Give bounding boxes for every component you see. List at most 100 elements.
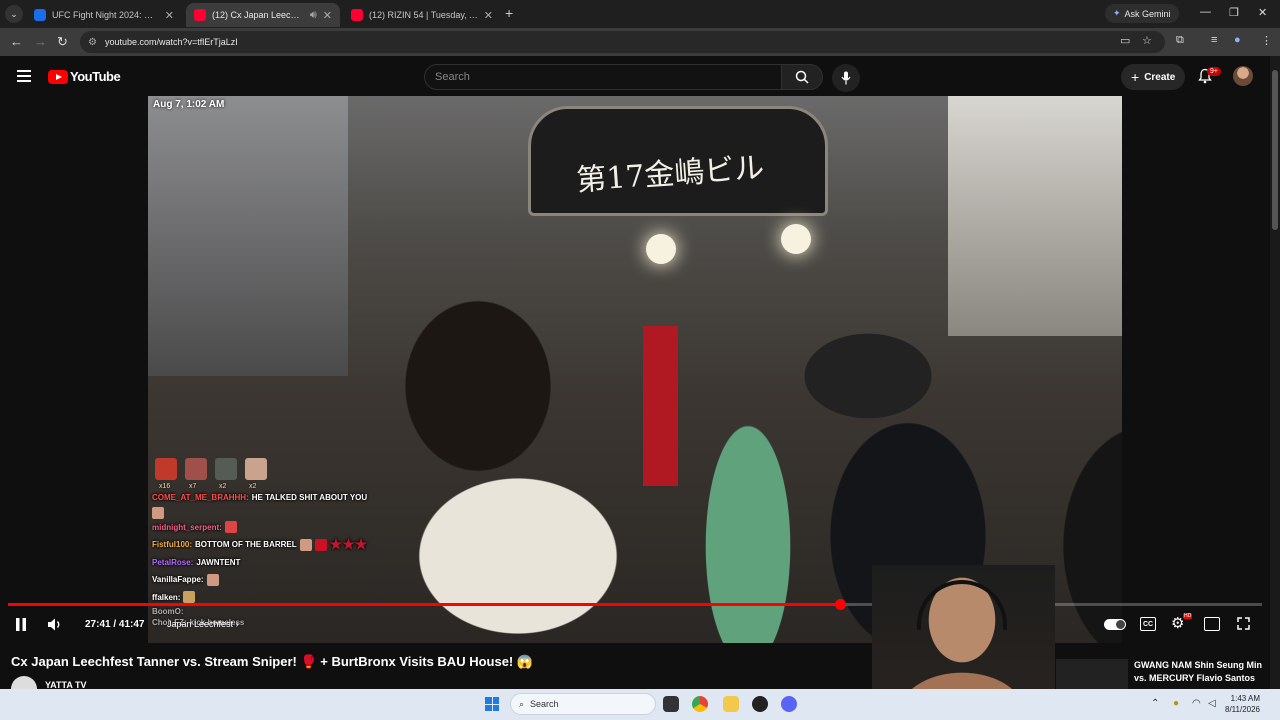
chat-emote <box>314 538 327 551</box>
chat-username: BoomO: <box>152 607 184 616</box>
theater-mode-icon[interactable] <box>1204 617 1220 631</box>
autoplay-toggle[interactable] <box>1104 619 1126 630</box>
recommended-video-title[interactable]: GWANG NAM Shin Seung Min vs. MERCURY Fla… <box>1134 659 1274 685</box>
video-scene-building <box>148 96 348 376</box>
youtube-favicon-icon <box>351 9 363 21</box>
chat-emote <box>299 538 312 551</box>
video-scene-lamp <box>781 224 811 254</box>
cast-icon[interactable]: ▭ <box>1120 34 1130 47</box>
close-tab-icon[interactable]: ✕ <box>484 9 493 22</box>
captions-icon[interactable]: CC <box>1140 617 1156 631</box>
chat-text: BOTTOM OF THE BARREL <box>195 540 297 549</box>
windows-taskbar: ⌕ Search ⌃ ● ◠ ◁ 1:43 AM 8/11/2026 <box>0 689 1280 720</box>
chat-message: VanillaFappe: <box>152 571 452 589</box>
plus-icon: + <box>1131 69 1140 85</box>
chat-text: JAWNTENT <box>196 557 241 567</box>
close-window-icon[interactable]: ✕ <box>1258 6 1267 19</box>
page-scrollbar[interactable] <box>1270 56 1280 690</box>
speaker-icon[interactable]: 🔊︎ <box>310 9 317 22</box>
volume-icon[interactable] <box>47 617 63 632</box>
scrollbar-thumb[interactable] <box>1272 70 1278 230</box>
youtube-wordmark: YouTube <box>70 69 121 84</box>
taskbar-search[interactable]: ⌕ Search <box>510 693 656 715</box>
browser-toolbar: ← → ↻ ⚙ youtube.com/watch?v=tflErTjaLzI … <box>0 28 1280 56</box>
tab-search-icon[interactable]: ⌄ <box>5 5 23 23</box>
time-separator: / <box>113 619 117 630</box>
tab-rizin[interactable]: (12) RIZIN 54 | Tuesday, August ✕ <box>343 3 501 27</box>
chat-username: Fistful100: <box>152 540 193 549</box>
site-info-icon[interactable]: ⚙ <box>88 37 97 48</box>
extensions-icon[interactable]: ⧉ <box>1176 34 1184 47</box>
chat-message: PetalRose: JAWNTENT <box>152 554 452 572</box>
discord-icon[interactable] <box>781 696 797 712</box>
reading-list-icon[interactable]: ≡ <box>1211 34 1217 46</box>
youtube-favicon-icon <box>194 9 206 21</box>
chat-username: COME_AT_ME_BRAHHH: <box>152 493 249 502</box>
bookmark-star-icon[interactable]: ☆ <box>1142 34 1152 47</box>
emote-image: x16 <box>155 458 177 490</box>
chrome-icon[interactable] <box>692 696 708 712</box>
forward-icon[interactable]: → <box>34 34 47 49</box>
tray-chevron-up-icon[interactable]: ⌃ <box>1151 698 1159 709</box>
voice-search-button[interactable] <box>832 64 860 92</box>
task-view-icon[interactable] <box>663 696 679 712</box>
restore-icon[interactable]: ❐ <box>1229 6 1239 19</box>
chat-message: BoomO: <box>152 606 452 617</box>
emote-image: x7 <box>185 458 207 490</box>
search-button[interactable] <box>781 64 823 90</box>
close-tab-icon[interactable]: ✕ <box>165 9 174 22</box>
profile-icon[interactable]: ● <box>1234 34 1241 46</box>
new-tab-button[interactable]: + <box>505 5 513 21</box>
tab-japan-leechfest[interactable]: (12) Cx Japan Leechfest Tann 🔊︎ ✕ <box>186 3 340 27</box>
video-scene-vending-machine <box>643 326 678 486</box>
ask-gemini-label: Ask Gemini <box>1124 8 1171 19</box>
close-tab-icon[interactable]: ✕ <box>323 9 332 22</box>
youtube-logo[interactable]: YouTube <box>48 69 121 84</box>
search-icon <box>795 70 809 84</box>
address-bar[interactable]: ⚙ youtube.com/watch?v=tflErTjaLzI <box>80 31 1165 53</box>
back-icon[interactable]: ← <box>10 34 23 49</box>
create-button[interactable]: + Create <box>1121 64 1186 90</box>
youtube-header: YouTube Search + Create <box>0 56 1270 96</box>
emote-image: x2 <box>215 458 237 490</box>
ask-gemini-button[interactable]: ✦ Ask Gemini <box>1105 4 1179 23</box>
volume-tray-icon[interactable]: ◁ <box>1208 698 1216 709</box>
video-progress-bar[interactable] <box>8 599 1262 610</box>
create-label: Create <box>1144 71 1176 83</box>
tab-favicon-icon <box>34 9 46 21</box>
time-current: 27:41 <box>85 619 111 630</box>
chat-message <box>152 506 452 519</box>
search-input[interactable]: Search <box>424 64 782 90</box>
chat-username: PetalRose: <box>152 557 194 567</box>
star-emote-icon: ★★★ <box>329 536 368 552</box>
tab-title: (12) RIZIN 54 | Tuesday, August <box>369 10 478 20</box>
chapter-title-button[interactable]: Japan Leechfest › <box>167 619 239 629</box>
minimize-icon[interactable]: — <box>1200 6 1211 18</box>
account-avatar[interactable] <box>1233 66 1253 86</box>
menu-kebab-icon[interactable]: ⋮ <box>1261 34 1272 47</box>
system-clock[interactable]: 1:43 AM 8/11/2026 <box>1225 693 1260 715</box>
hd-badge: HD <box>1183 613 1193 619</box>
stream-timestamp: Aug 7, 1:02 AM <box>153 99 225 110</box>
windows-start-icon[interactable] <box>485 697 499 711</box>
hamburger-menu-icon[interactable] <box>17 70 31 82</box>
obs-icon[interactable] <box>752 696 768 712</box>
chat-emote <box>224 521 237 534</box>
emote-image: x2 <box>245 458 267 490</box>
clock-date: 8/11/2026 <box>1225 705 1260 714</box>
progress-played <box>8 603 840 606</box>
chat-emote <box>183 591 196 604</box>
chat-emote <box>206 573 219 586</box>
recommended-thumbnail[interactable] <box>1056 659 1128 689</box>
reload-icon[interactable]: ↻ <box>57 34 68 50</box>
microphone-icon <box>841 71 851 85</box>
wifi-icon[interactable]: ◠ <box>1192 698 1201 709</box>
mic-tray-icon[interactable]: ● <box>1173 698 1179 709</box>
youtube-play-logo-icon <box>48 69 68 84</box>
file-explorer-icon[interactable] <box>723 696 739 712</box>
fullscreen-icon[interactable] <box>1237 617 1250 630</box>
pause-icon[interactable] <box>15 618 27 631</box>
chat-text: HE TALKED SHIT ABOUT YOU <box>251 493 368 502</box>
tab-ufc[interactable]: UFC Fight Night 2024: Stream o ✕ <box>26 3 182 27</box>
progress-scrubber-handle[interactable] <box>834 599 846 610</box>
